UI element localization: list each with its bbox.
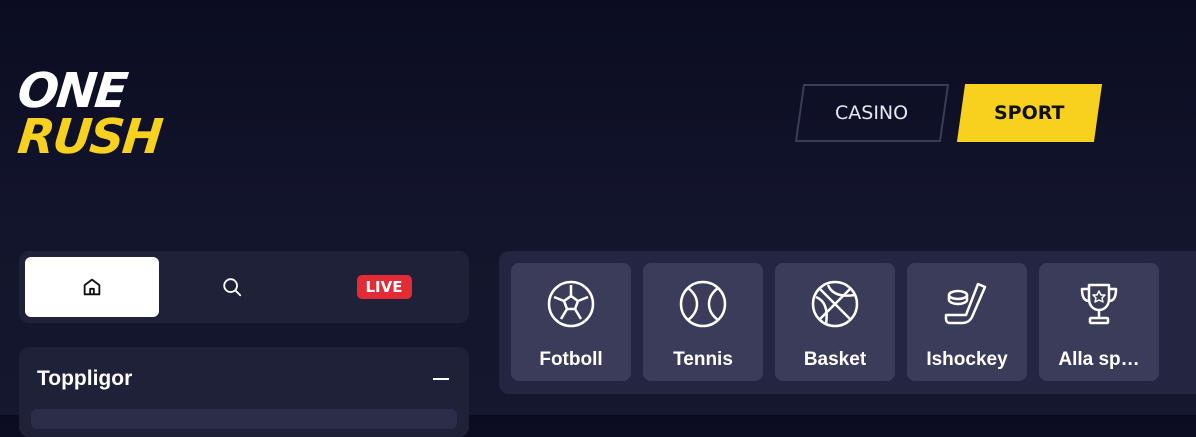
casino-button[interactable]: CASINO bbox=[794, 84, 950, 142]
sport-tile-fotboll[interactable]: Fotboll bbox=[511, 263, 631, 381]
home-tab[interactable] bbox=[25, 257, 159, 317]
collapse-icon[interactable] bbox=[433, 378, 449, 380]
sports-carousel: Fotboll Tennis Basket Ishockey Alla sp… bbox=[499, 251, 1196, 394]
sport-tile-label: Tennis bbox=[673, 349, 733, 370]
sport-tile-basket[interactable]: Basket bbox=[775, 263, 895, 381]
live-tab[interactable]: LIVE bbox=[309, 257, 459, 317]
sport-button-label: SPORT bbox=[994, 102, 1065, 124]
sport-tile-ishockey[interactable]: Ishockey bbox=[907, 263, 1027, 381]
live-badge: LIVE bbox=[356, 275, 412, 299]
sport-tile-label: Fotboll bbox=[539, 349, 603, 370]
basketball-icon bbox=[811, 280, 859, 328]
sport-tile-label: Ishockey bbox=[926, 349, 1008, 370]
hockey-icon bbox=[944, 282, 987, 325]
top-leagues-title: Toppligor bbox=[37, 367, 133, 390]
brand-logo[interactable]: ONE RUSH bbox=[15, 63, 193, 168]
trophy-icon bbox=[1080, 283, 1118, 325]
league-list-item[interactable] bbox=[31, 409, 457, 429]
home-icon bbox=[83, 278, 101, 296]
sport-tile-label: Basket bbox=[803, 349, 867, 370]
brand-logo-line2: RUSH bbox=[15, 109, 164, 165]
search-tab[interactable] bbox=[165, 257, 299, 317]
top-leagues-panel: Toppligor bbox=[19, 347, 469, 437]
soccer-ball-icon bbox=[547, 280, 595, 328]
casino-button-label: CASINO bbox=[835, 102, 909, 124]
tennis-ball-icon bbox=[679, 280, 727, 328]
brand-logo-line1: ONE bbox=[15, 63, 129, 119]
sport-tile-tennis[interactable]: Tennis bbox=[643, 263, 763, 381]
sport-button[interactable]: SPORT bbox=[956, 84, 1103, 142]
search-icon bbox=[223, 278, 242, 297]
sport-tile-alla-sporter[interactable]: Alla sp… bbox=[1039, 263, 1159, 381]
quick-nav: LIVE bbox=[19, 251, 469, 323]
sport-tile-label: Alla sp… bbox=[1058, 349, 1140, 370]
